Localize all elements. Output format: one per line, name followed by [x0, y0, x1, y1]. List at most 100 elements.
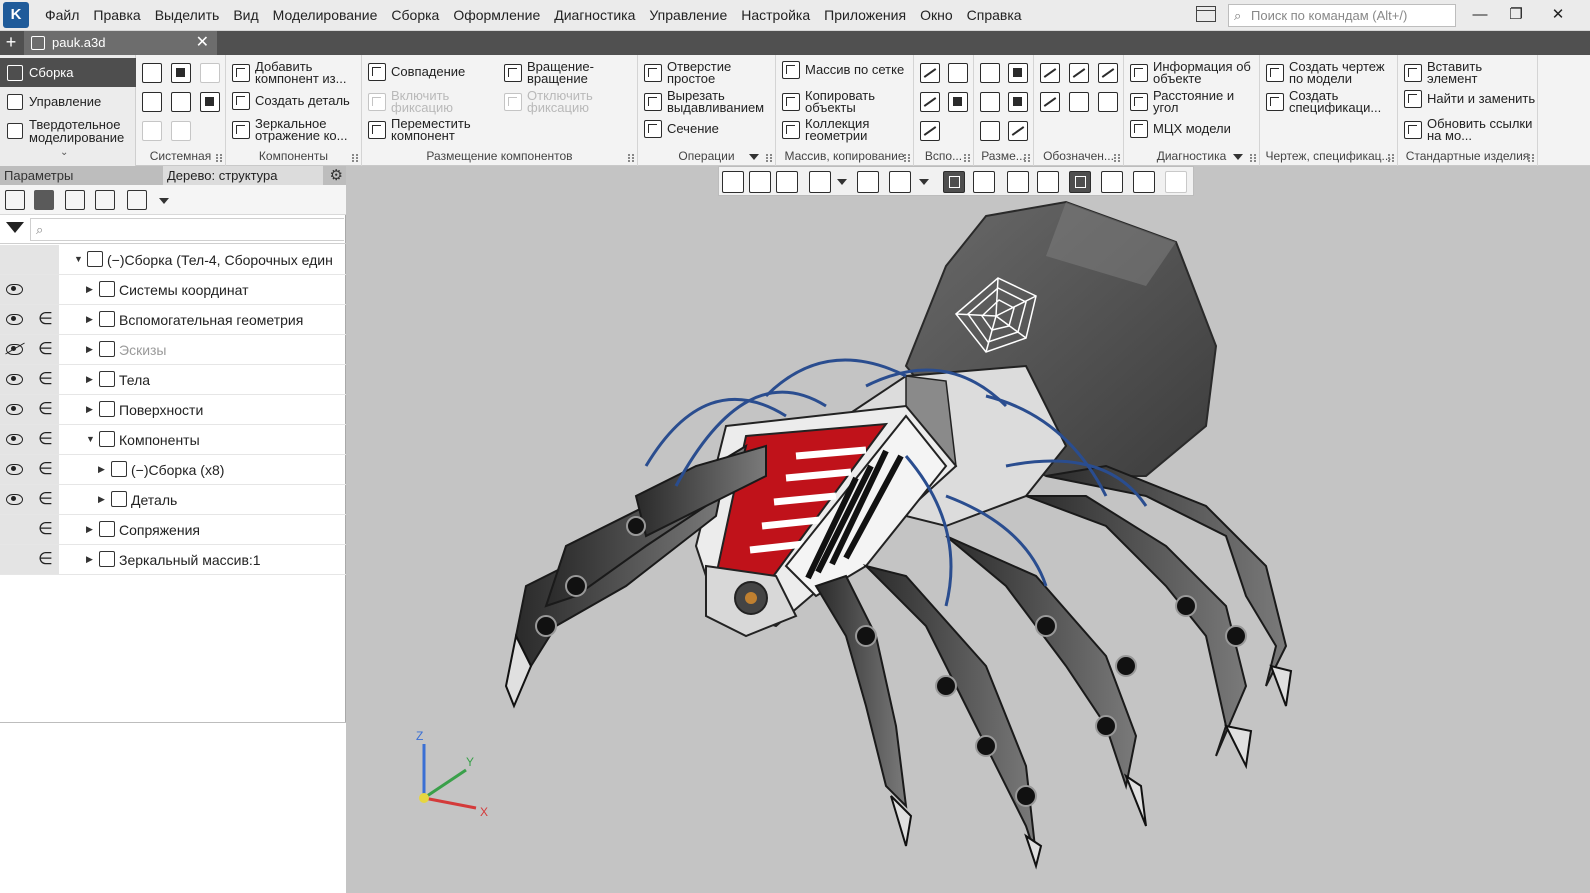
3d-viewport[interactable]: Z Y X — [346, 166, 1590, 893]
include-in-calc-icon[interactable]: ∈ — [38, 340, 53, 358]
tree-row[interactable]: ∈ ▶ Поверхности — [0, 395, 346, 425]
expand-arrow-icon[interactable]: ▶ — [86, 524, 93, 535]
minimize-button[interactable]: — — [1462, 0, 1498, 31]
expand-arrow-icon[interactable]: ▶ — [86, 404, 93, 415]
chevron-down-icon[interactable] — [159, 198, 169, 204]
orientation-icon[interactable] — [749, 171, 771, 193]
hide-objects-icon[interactable] — [1037, 171, 1059, 193]
preview-icon[interactable] — [171, 92, 191, 112]
expand-arrow-icon[interactable]: ▶ — [98, 494, 105, 505]
tree-row[interactable]: ∈ ▼ Компоненты — [0, 425, 346, 455]
print-icon[interactable] — [142, 92, 162, 112]
expand-arrow-icon[interactable]: ▶ — [86, 314, 93, 325]
plane-icon[interactable] — [920, 63, 940, 83]
menu-view[interactable]: Вид — [226, 0, 265, 31]
menu-design[interactable]: Оформление — [446, 0, 547, 31]
open-folder-icon[interactable] — [171, 63, 191, 83]
section-button[interactable]: Сечение — [644, 120, 774, 138]
eye-icon[interactable] — [6, 404, 23, 415]
menu-file[interactable]: Файл — [38, 0, 86, 31]
distance-angle-button[interactable]: Расстояние и угол — [1130, 89, 1258, 114]
close-tab-icon[interactable]: ✕ — [196, 31, 209, 55]
tree-row[interactable]: ∈ ▶ Деталь — [0, 485, 346, 515]
group-grip-icon[interactable] — [628, 154, 634, 162]
dropdown-arrow-icon[interactable] — [1233, 154, 1243, 160]
create-specification-button[interactable]: Создать спецификаци... — [1266, 89, 1396, 114]
include-in-calc-icon[interactable]: ∈ — [38, 550, 53, 568]
mode-solid-modeling[interactable]: Твердотельное моделирование — [0, 116, 136, 146]
expand-arrow-icon[interactable]: ▶ — [86, 554, 93, 565]
group-grip-icon[interactable] — [904, 154, 910, 162]
section-view-icon[interactable] — [1007, 171, 1029, 193]
menu-select[interactable]: Выделить — [148, 0, 227, 31]
disable-fixation-button[interactable]: Отключить фиксацию — [504, 89, 604, 114]
diameter-dimension-icon[interactable] — [1008, 92, 1028, 112]
radial-dimension-icon[interactable] — [1008, 63, 1028, 83]
dropdown-arrow-icon[interactable] — [749, 154, 759, 160]
object-info-button[interactable]: Информация об объекте — [1130, 60, 1258, 85]
mass-properties-button[interactable]: МЦХ модели — [1130, 120, 1258, 138]
include-in-calc-icon[interactable]: ∈ — [38, 490, 53, 508]
eye-icon[interactable] — [6, 494, 23, 505]
enable-fixation-button[interactable]: Включить фиксацию — [368, 89, 468, 114]
tree-filter-input[interactable]: ⌕ — [30, 218, 344, 241]
group-grip-icon[interactable] — [1114, 154, 1120, 162]
local-cs-icon[interactable] — [948, 92, 968, 112]
new-tab-button[interactable]: + — [0, 31, 22, 55]
group-grip-icon[interactable] — [1024, 154, 1030, 162]
mode-assembly[interactable]: Сборка — [0, 58, 136, 87]
chevron-down-icon[interactable] — [837, 179, 847, 185]
auto-dimension-icon[interactable] — [980, 121, 1000, 141]
mode-management[interactable]: Управление — [0, 87, 136, 116]
undo-icon[interactable] — [142, 121, 162, 141]
line-icon[interactable] — [920, 121, 940, 141]
update-links-button[interactable]: Обновить ссылки на мо... — [1404, 117, 1536, 142]
rotation-rotation-button[interactable]: Вращение-вращение — [504, 60, 632, 85]
add-component-button[interactable]: Добавить компонент из... — [232, 60, 360, 85]
chevron-down-icon[interactable]: ⌄ — [60, 147, 68, 158]
include-in-calc-icon[interactable]: ∈ — [38, 310, 53, 328]
pan-icon[interactable] — [857, 171, 879, 193]
tree-filter-icon[interactable] — [65, 190, 85, 210]
perspective-icon[interactable] — [1101, 171, 1123, 193]
collapse-arrow-icon[interactable]: ▼ — [74, 254, 83, 264]
group-grip-icon[interactable] — [1250, 154, 1256, 162]
eye-icon[interactable] — [6, 464, 23, 475]
create-drawing-button[interactable]: Создать чертеж по модели — [1266, 60, 1396, 85]
document-tab[interactable]: pauk.a3d ✕ — [24, 31, 217, 55]
offset-plane-icon[interactable] — [920, 92, 940, 112]
tree-select-icon[interactable] — [95, 190, 115, 210]
menu-modeling[interactable]: Моделирование — [266, 0, 385, 31]
tab-tree-structure[interactable]: Дерево: структура — [163, 166, 323, 185]
expand-arrow-icon[interactable]: ▶ — [86, 284, 93, 295]
tree-row[interactable]: ∈ ▶ (−)Сборка (х8) — [0, 455, 346, 485]
text-mark-icon[interactable] — [1098, 92, 1118, 112]
cut-extrude-button[interactable]: Вырезать выдавливанием — [644, 89, 776, 114]
angular-dimension-icon[interactable] — [980, 92, 1000, 112]
tree-options-icon[interactable] — [127, 190, 147, 210]
mirror-component-button[interactable]: Зеркальное отражение ко... — [232, 117, 360, 142]
chevron-down-icon[interactable] — [919, 179, 929, 185]
group-grip-icon[interactable] — [216, 154, 222, 162]
tree-row[interactable]: ∈ ▶ Тела — [0, 365, 346, 395]
grid-array-button[interactable]: Массив по сетке — [782, 61, 912, 79]
model-view[interactable]: Z Y X — [346, 166, 1590, 893]
show-edges-icon[interactable] — [1069, 171, 1091, 193]
view-normal-icon[interactable] — [776, 171, 798, 193]
group-grip-icon[interactable] — [352, 154, 358, 162]
group-grip-icon[interactable] — [1528, 154, 1534, 162]
tree-row[interactable]: ∈ ▶ Вспомогательная геометрия — [0, 305, 346, 335]
view-settings-icon[interactable] — [722, 171, 744, 193]
roughness-icon[interactable] — [1040, 63, 1060, 83]
save-icon[interactable] — [200, 63, 220, 83]
gear-icon[interactable]: ⚙ — [330, 167, 343, 184]
tree-row[interactable]: ∈ ▶ Зеркальный массив:1 — [0, 545, 346, 575]
menu-assembly[interactable]: Сборка — [384, 0, 446, 31]
linear-dimension-icon[interactable] — [980, 63, 1000, 83]
include-in-calc-icon[interactable]: ∈ — [38, 370, 53, 388]
eye-icon[interactable] — [6, 314, 23, 325]
include-in-calc-icon[interactable]: ∈ — [38, 460, 53, 478]
collapse-arrow-icon[interactable]: ▼ — [86, 434, 95, 444]
expand-arrow-icon[interactable]: ▶ — [86, 344, 93, 355]
maximize-button[interactable]: ❐ — [1498, 0, 1534, 31]
